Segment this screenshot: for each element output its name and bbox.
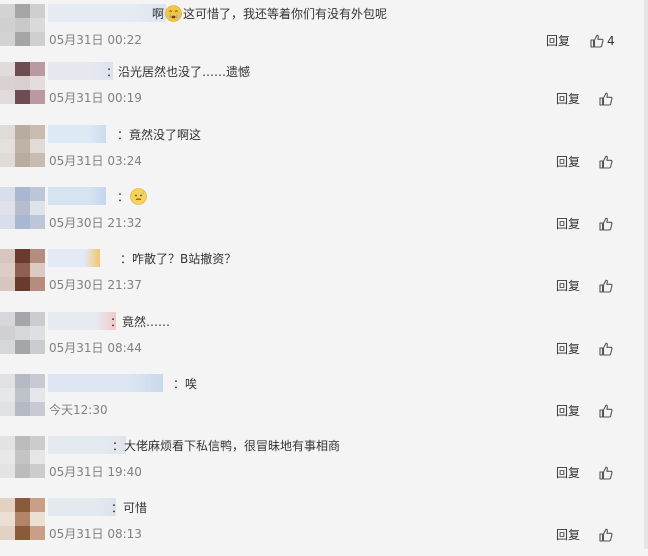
comment-item: ：竟然没了啊这 05月31日 03:24 回复 [0, 121, 640, 183]
right-border [644, 0, 648, 549]
timestamp: 05月31日 03:24 [49, 154, 142, 168]
username-blurred[interactable] [48, 498, 116, 516]
like-button[interactable] [599, 278, 625, 294]
comment-text: ： [117, 188, 148, 206]
comment-body: ：可惜 [111, 501, 148, 515]
comment-item: ：竟然…… 05月31日 08:44 回复 [0, 308, 640, 370]
like-button[interactable] [599, 465, 625, 481]
thumbs-up-icon [599, 404, 613, 418]
comment-body: ：大佬麻烦看下私信鸭，很冒昧地有事相商 [112, 439, 341, 453]
thumbs-up-icon [599, 342, 613, 356]
timestamp: 今天12:30 [49, 403, 108, 417]
thumbs-up-icon [599, 279, 613, 293]
reply-button[interactable]: 回复 [556, 527, 580, 543]
username-blurred[interactable] [48, 374, 163, 392]
comment-text: ：可惜 [111, 499, 147, 517]
avatar[interactable] [0, 436, 45, 478]
reply-button[interactable]: 回复 [556, 465, 580, 481]
thumbs-up-icon [599, 155, 613, 169]
comment-item: ：沿光居然也没了……遗憾 05月31日 00:19 回复 [0, 58, 640, 120]
thumbs-up-icon [590, 34, 604, 48]
username-blurred[interactable] [48, 249, 100, 267]
crying-face-emoji [165, 5, 182, 22]
like-button[interactable]: 4 [590, 33, 616, 49]
avatar[interactable] [0, 125, 45, 167]
comment-text: ：大佬麻烦看下私信鸭，很冒昧地有事相商 [112, 437, 340, 455]
sweat-face-emoji [130, 188, 147, 205]
like-button[interactable] [599, 216, 625, 232]
like-button[interactable] [599, 527, 625, 543]
timestamp: 05月31日 08:13 [49, 527, 142, 541]
reply-button[interactable]: 回复 [556, 216, 580, 232]
timestamp: 05月31日 08:44 [49, 341, 142, 355]
avatar[interactable] [0, 187, 45, 229]
like-button[interactable] [599, 403, 625, 419]
comment-text: ：唉 [173, 375, 197, 393]
comment-item: ：唉今天12:30 回复 [0, 370, 640, 432]
avatar[interactable] [0, 62, 45, 104]
thumbs-up-icon [599, 217, 613, 231]
username-blurred[interactable] [48, 187, 106, 205]
comment-item: ：咋散了？B站撤资？ 05月30日 21:37 回复 [0, 245, 640, 307]
reply-button[interactable]: 回复 [556, 91, 580, 107]
comment-text: ：竟然没了啊这 [117, 126, 201, 144]
comment-body: ：沿光居然也没了……遗憾 [106, 65, 251, 79]
reply-button[interactable]: 回复 [556, 403, 580, 419]
username-blurred[interactable] [48, 312, 116, 330]
comment-item: ：大佬麻烦看下私信鸭，很冒昧地有事相商 05月31日 19:40 回复 [0, 432, 640, 494]
comment-body: ：咋散了？B站撤资？ [120, 252, 237, 266]
like-button[interactable] [599, 341, 625, 357]
reply-button[interactable]: 回复 [546, 33, 570, 49]
comment-body: ：竟然…… [110, 315, 171, 329]
like-button[interactable] [599, 154, 625, 170]
avatar[interactable] [0, 312, 45, 354]
avatar[interactable] [0, 498, 45, 540]
reply-button[interactable]: 回复 [556, 341, 580, 357]
like-button[interactable] [599, 91, 625, 107]
reply-button[interactable]: 回复 [556, 154, 580, 170]
comment-item: 啊 这可惜了，我还等着你们有没有外包呢 05月31日 00:22 回复 4 [0, 0, 640, 62]
comment-text: ：竟然…… [110, 313, 170, 331]
avatar[interactable] [0, 249, 45, 291]
username-blurred[interactable] [48, 62, 113, 80]
reply-button[interactable]: 回复 [556, 278, 580, 294]
username-blurred[interactable] [48, 4, 166, 22]
like-count: 4 [607, 34, 615, 48]
timestamp: 05月31日 00:19 [49, 91, 142, 105]
timestamp: 05月30日 21:32 [49, 216, 142, 230]
comment-item: ：可惜 05月31日 08:13 回复 [0, 494, 640, 556]
thumbs-up-icon [599, 466, 613, 480]
username-blurred[interactable] [48, 125, 106, 143]
comment-prefix: ： [117, 190, 130, 204]
comment-body: ：唉 [173, 377, 198, 391]
thumbs-up-icon [599, 528, 613, 542]
timestamp: 05月31日 00:22 [49, 33, 142, 47]
avatar[interactable] [0, 374, 45, 416]
comment-body: ：竟然没了啊这 [117, 128, 202, 142]
comment-prefix: 啊 [152, 7, 165, 21]
avatar[interactable] [0, 4, 45, 46]
timestamp: 05月30日 21:37 [49, 278, 142, 292]
comment-text: 啊 这可惜了，我还等着你们有没有外包呢 [152, 5, 387, 23]
comment-body: 这可惜了，我还等着你们有没有外包呢 [183, 7, 388, 21]
comment-text: ：沿光居然也没了……遗憾 [106, 63, 250, 81]
thumbs-up-icon [599, 92, 613, 106]
timestamp: 05月31日 19:40 [49, 465, 142, 479]
comment-item: ： 05月30日 21:32 回复 [0, 183, 640, 245]
comment-text: ：咋散了？B站撤资？ [120, 250, 236, 268]
